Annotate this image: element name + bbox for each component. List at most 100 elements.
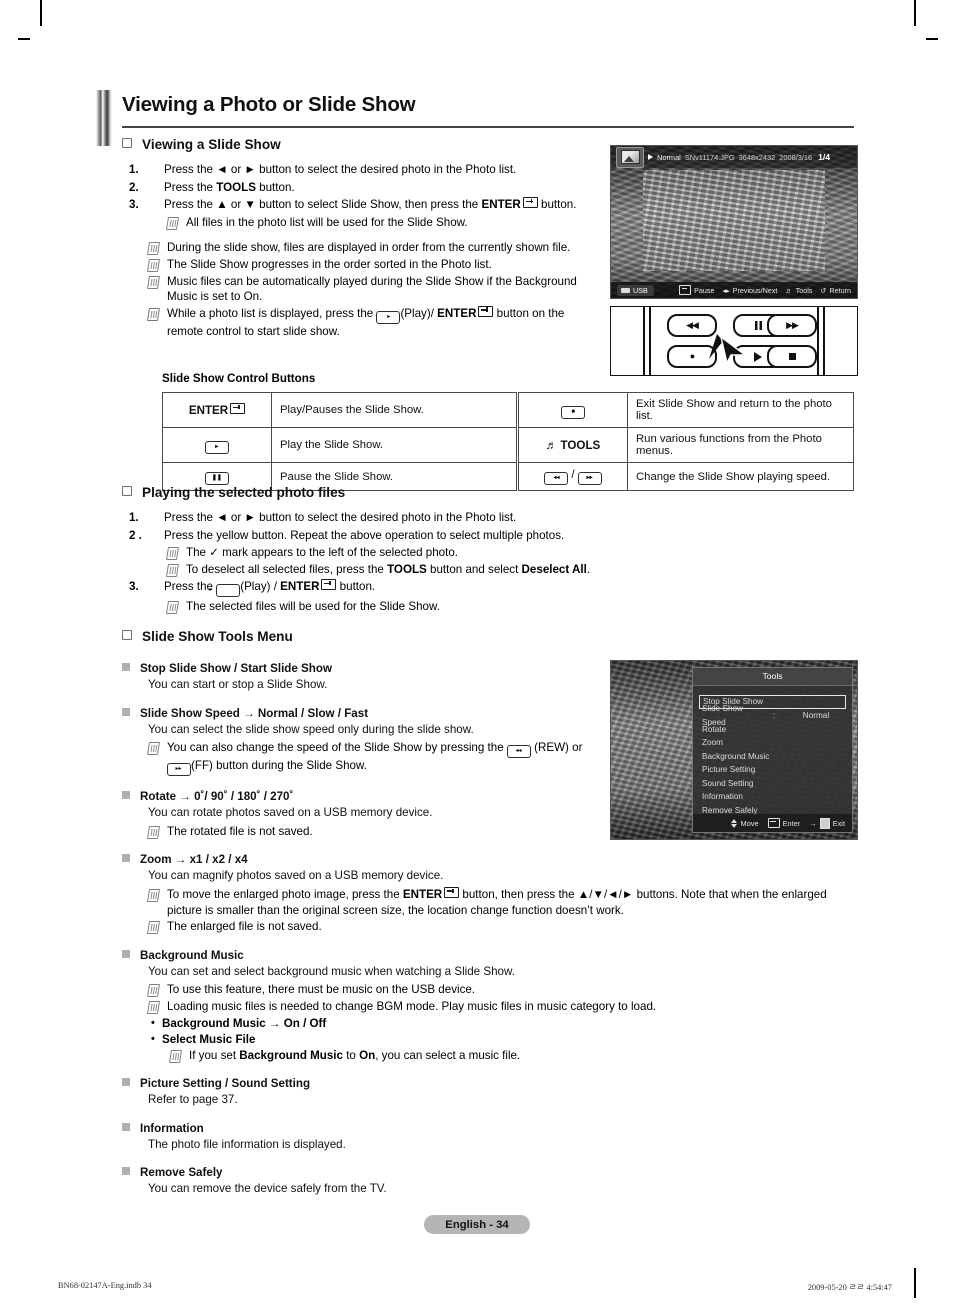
- tools-menu-footer: Move Enter → Exit: [693, 814, 852, 832]
- control-buttons-caption-container: Slide Show Control Buttons: [162, 372, 315, 385]
- usb-label: USB: [633, 285, 648, 295]
- return-arrow-icon: ↺: [820, 285, 827, 295]
- note-hand-icon: [146, 307, 161, 321]
- photo-date: 2008/3/16: [779, 152, 813, 162]
- heading-slide-show-tools-menu: Slide Show Tools Menu: [122, 629, 854, 645]
- tools-menu-item-zoom[interactable]: Zoom: [699, 736, 846, 750]
- tools-item-note-move: To move the enlarged photo image, press …: [146, 886, 854, 918]
- step-3: 3. Press the ▲ or ▼ button to select Slid…: [129, 197, 577, 212]
- tools-item-body: The photo file information is displayed.: [148, 1137, 346, 1151]
- crop-mark-top-left-horizontal: [18, 38, 30, 40]
- tools-item-title-row: Slide Show Speed → Normal / Slow / Fast: [122, 704, 602, 722]
- step-2-note-1: The ✓ mark appears to the left of the se…: [165, 545, 722, 561]
- tools-icon: ♬: [545, 438, 561, 452]
- enter-key-icon: [230, 403, 246, 414]
- slide-show-control-buttons-table: ENTER Play/Pauses the Slide Show. ■ Exit…: [162, 392, 854, 491]
- title-accent-bar: [96, 90, 112, 146]
- tools-item-picture-sound-setting: Picture Setting / Sound Setting Refer to…: [122, 1074, 854, 1108]
- photo-info-bar: Normal SNv11174.JPG 3648x2432 2008/3/16 …: [611, 146, 857, 168]
- bullet-filled-square-icon: [122, 663, 130, 671]
- stop-key-icon: ■: [561, 405, 585, 419]
- cell-desc-enter: Play/Pauses the Slide Show.: [271, 392, 518, 428]
- note-item: During the slide show, files are display…: [146, 240, 602, 256]
- control-buttons-caption: Slide Show Control Buttons: [162, 372, 316, 385]
- fastforward-key-icon: ▸▸: [577, 472, 602, 485]
- hint-pause: Pause: [679, 285, 714, 295]
- hint-return: ↺ Return: [820, 285, 851, 295]
- bullet-filled-square-icon: [122, 1167, 130, 1176]
- remote-rail-left-2: [649, 307, 651, 375]
- left-right-arrows-icon: ◂▸: [722, 285, 730, 295]
- tools-item-title-row: Background Music: [122, 946, 822, 964]
- step-2: 2 . Press the yellow button. Repeat the a…: [129, 528, 565, 542]
- play-key-icon: ▸: [209, 584, 241, 598]
- usb-indicator: USB: [617, 284, 654, 296]
- page-title-container: Viewing a Photo or Slide Show: [122, 92, 854, 118]
- note-item-hand: While a photo list is displayed, press t…: [146, 305, 602, 340]
- tools-item-title-row: Rotate → 0˚/ 90˚ / 180˚ / 270˚: [122, 787, 602, 805]
- tools-item-body: Refer to page 37.: [148, 1093, 238, 1107]
- hint-prev-next: ◂▸ Previous/Next: [722, 285, 778, 295]
- note-pencil-icon: [146, 1000, 161, 1014]
- note-pencil-icon: [165, 547, 180, 561]
- tools-item-bullet-2: Select Music File: [148, 1031, 822, 1048]
- note-pencil-icon: [165, 216, 180, 230]
- tools-menu-item-rotate[interactable]: Rotate: [699, 723, 846, 737]
- photo-foreground: [642, 170, 825, 271]
- exit-arrow-icon: →: [809, 818, 817, 828]
- footer-move: Move: [730, 818, 759, 828]
- page-number-badge: English - 34: [424, 1215, 530, 1234]
- bullet-filled-square-icon: [122, 854, 130, 863]
- tools-menu-item-information[interactable]: Information: [699, 790, 846, 804]
- note-pencil-icon: [146, 825, 161, 839]
- tools-item-note-saved: The enlarged file is not saved.: [146, 919, 854, 935]
- tools-menu-item-picture-setting[interactable]: Picture Setting: [699, 763, 846, 777]
- enter-key-icon: [478, 305, 494, 317]
- bullet-filled-square-icon: [122, 949, 130, 958]
- bullet-square-icon: [122, 486, 132, 496]
- footer-exit: → Exit: [809, 817, 845, 829]
- remote-stop-button[interactable]: [767, 345, 817, 368]
- tools-item-slide-show-speed: Slide Show Speed → Normal / Slow / Fast …: [122, 704, 602, 777]
- table-row: ▸ Play the Slide Show. ♬ TOOLS Run vario…: [162, 427, 854, 463]
- step-3-note: All files in the photo list will be used…: [165, 215, 602, 231]
- figure-remote-control: ◀◀ ▶▶ ●: [610, 306, 858, 376]
- slide-show-notes: During the slide show, files are display…: [122, 240, 602, 339]
- remote-fastforward-button[interactable]: ▶▶: [767, 314, 817, 337]
- note-pencil-icon: [165, 563, 180, 577]
- tools-item-title-row: Picture Setting / Sound Setting: [122, 1074, 854, 1092]
- note-pencil-icon: [146, 984, 161, 998]
- step-2-note-2: To deselect all selected files, press th…: [165, 562, 722, 578]
- tools-menu-item-sound-setting[interactable]: Sound Setting: [699, 777, 846, 791]
- crop-mark-top-left-vertical: [40, 0, 42, 26]
- photo-mode: Normal: [657, 152, 681, 162]
- crop-mark-top-right-vertical: [914, 0, 916, 26]
- bullet-filled-square-icon: [122, 791, 130, 800]
- tools-menu-list: Stop Slide Show Slide Show Speed : Norma…: [693, 686, 852, 817]
- tools-item-title-row: Zoom → x1 / x2 / x4: [122, 850, 854, 868]
- bullet-square-icon: [122, 138, 132, 148]
- tools-item-body: You can select the slide show speed only…: [148, 722, 474, 736]
- play-key-icon: ▸: [376, 310, 401, 324]
- tools-item-rotate: Rotate → 0˚/ 90˚ / 180˚ / 270˚ You can r…: [122, 787, 602, 839]
- tools-menu-item-background-music[interactable]: Background Music: [699, 750, 846, 764]
- tools-item-title-row: Remove Safely: [122, 1163, 854, 1181]
- crop-mark-bottom-right-vertical: [914, 1268, 916, 1298]
- rewind-key-icon: ◂◂: [544, 472, 569, 485]
- cell-desc-play: Play the Slide Show.: [271, 427, 518, 463]
- up-down-arrows-icon: [730, 818, 738, 828]
- crop-mark-top-right-horizontal: [926, 38, 938, 40]
- photo-resolution: 3648x2432: [738, 152, 776, 162]
- hint-tools: ♬ Tools: [785, 285, 813, 295]
- tools-item-zoom: Zoom → x1 / x2 / x4 You can magnify phot…: [122, 850, 854, 935]
- photo-counter: 1/4: [818, 152, 831, 162]
- fastforward-key-icon: ▸▸: [167, 763, 191, 777]
- page-title: Viewing a Photo or Slide Show: [122, 93, 416, 116]
- heading-viewing-slide-show: Viewing a Slide Show: [122, 137, 602, 153]
- selected-files-steps: 1. Press the ◄ or ► button to select the …: [122, 510, 722, 615]
- cell-key-play: ▸: [162, 427, 272, 463]
- tools-item-sub-note: If you set Background Music to On, you c…: [168, 1048, 822, 1064]
- rewind-key-icon: ◂◂: [506, 745, 531, 759]
- tools-menu-item-slide-show-speed[interactable]: Slide Show Speed : Normal: [699, 704, 846, 727]
- photo-thumbnail-icon: [616, 146, 644, 168]
